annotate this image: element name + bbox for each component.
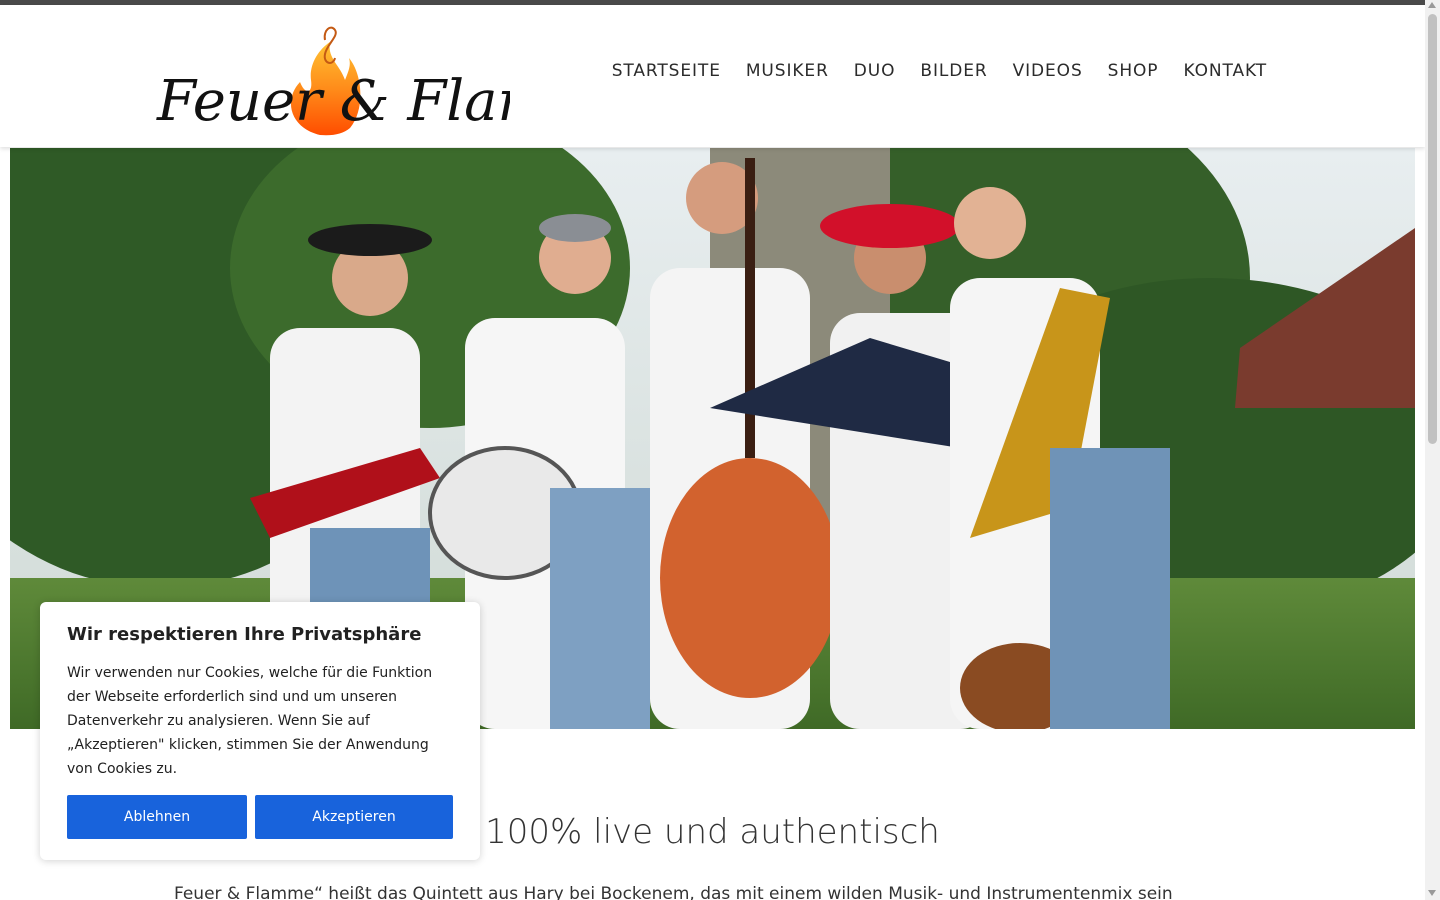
- logo-graphic: Feuer & Flamme: [156, 26, 637, 136]
- scroll-up-arrow-icon[interactable]: [1428, 2, 1436, 8]
- main-navigation: STARTSEITE MUSIKER DUO BILDER VIDEOS SHO…: [612, 61, 1267, 81]
- vertical-scrollbar[interactable]: [1425, 0, 1440, 900]
- cookie-buttons: Ablehnen Akzeptieren: [67, 795, 453, 839]
- nav-item-musiker[interactable]: MUSIKER: [746, 61, 829, 81]
- cookie-text: Wir verwenden nur Cookies, welche für di…: [67, 665, 433, 777]
- site-logo[interactable]: Feuer & Flamme: [155, 20, 637, 138]
- nav-item-kontakt[interactable]: KONTAKT: [1183, 61, 1267, 81]
- cookie-consent-banner: Wir respektieren Ihre Privatsphäre Wir v…: [40, 602, 480, 860]
- nav-item-startseite[interactable]: STARTSEITE: [612, 61, 721, 81]
- nav-item-shop[interactable]: SHOP: [1108, 61, 1159, 81]
- intro-text: Feuer & Flamme“ heißt das Quintett aus H…: [174, 884, 1173, 900]
- scroll-thumb[interactable]: [1428, 14, 1437, 444]
- reject-cookies-button[interactable]: Ablehnen: [67, 795, 247, 839]
- site-header: Feuer & Flamme STARTSEITE MUSIKER DUO BI…: [0, 5, 1425, 147]
- cookie-title: Wir respektieren Ihre Privatsphäre: [67, 624, 422, 645]
- nav-item-duo[interactable]: DUO: [854, 61, 896, 81]
- nav-item-bilder[interactable]: BILDER: [920, 61, 987, 81]
- scroll-down-arrow-icon[interactable]: [1428, 890, 1436, 896]
- accept-cookies-button[interactable]: Akzeptieren: [255, 795, 453, 839]
- nav-item-videos[interactable]: VIDEOS: [1013, 61, 1083, 81]
- logo-text: Feuer & Flamme: [156, 69, 510, 134]
